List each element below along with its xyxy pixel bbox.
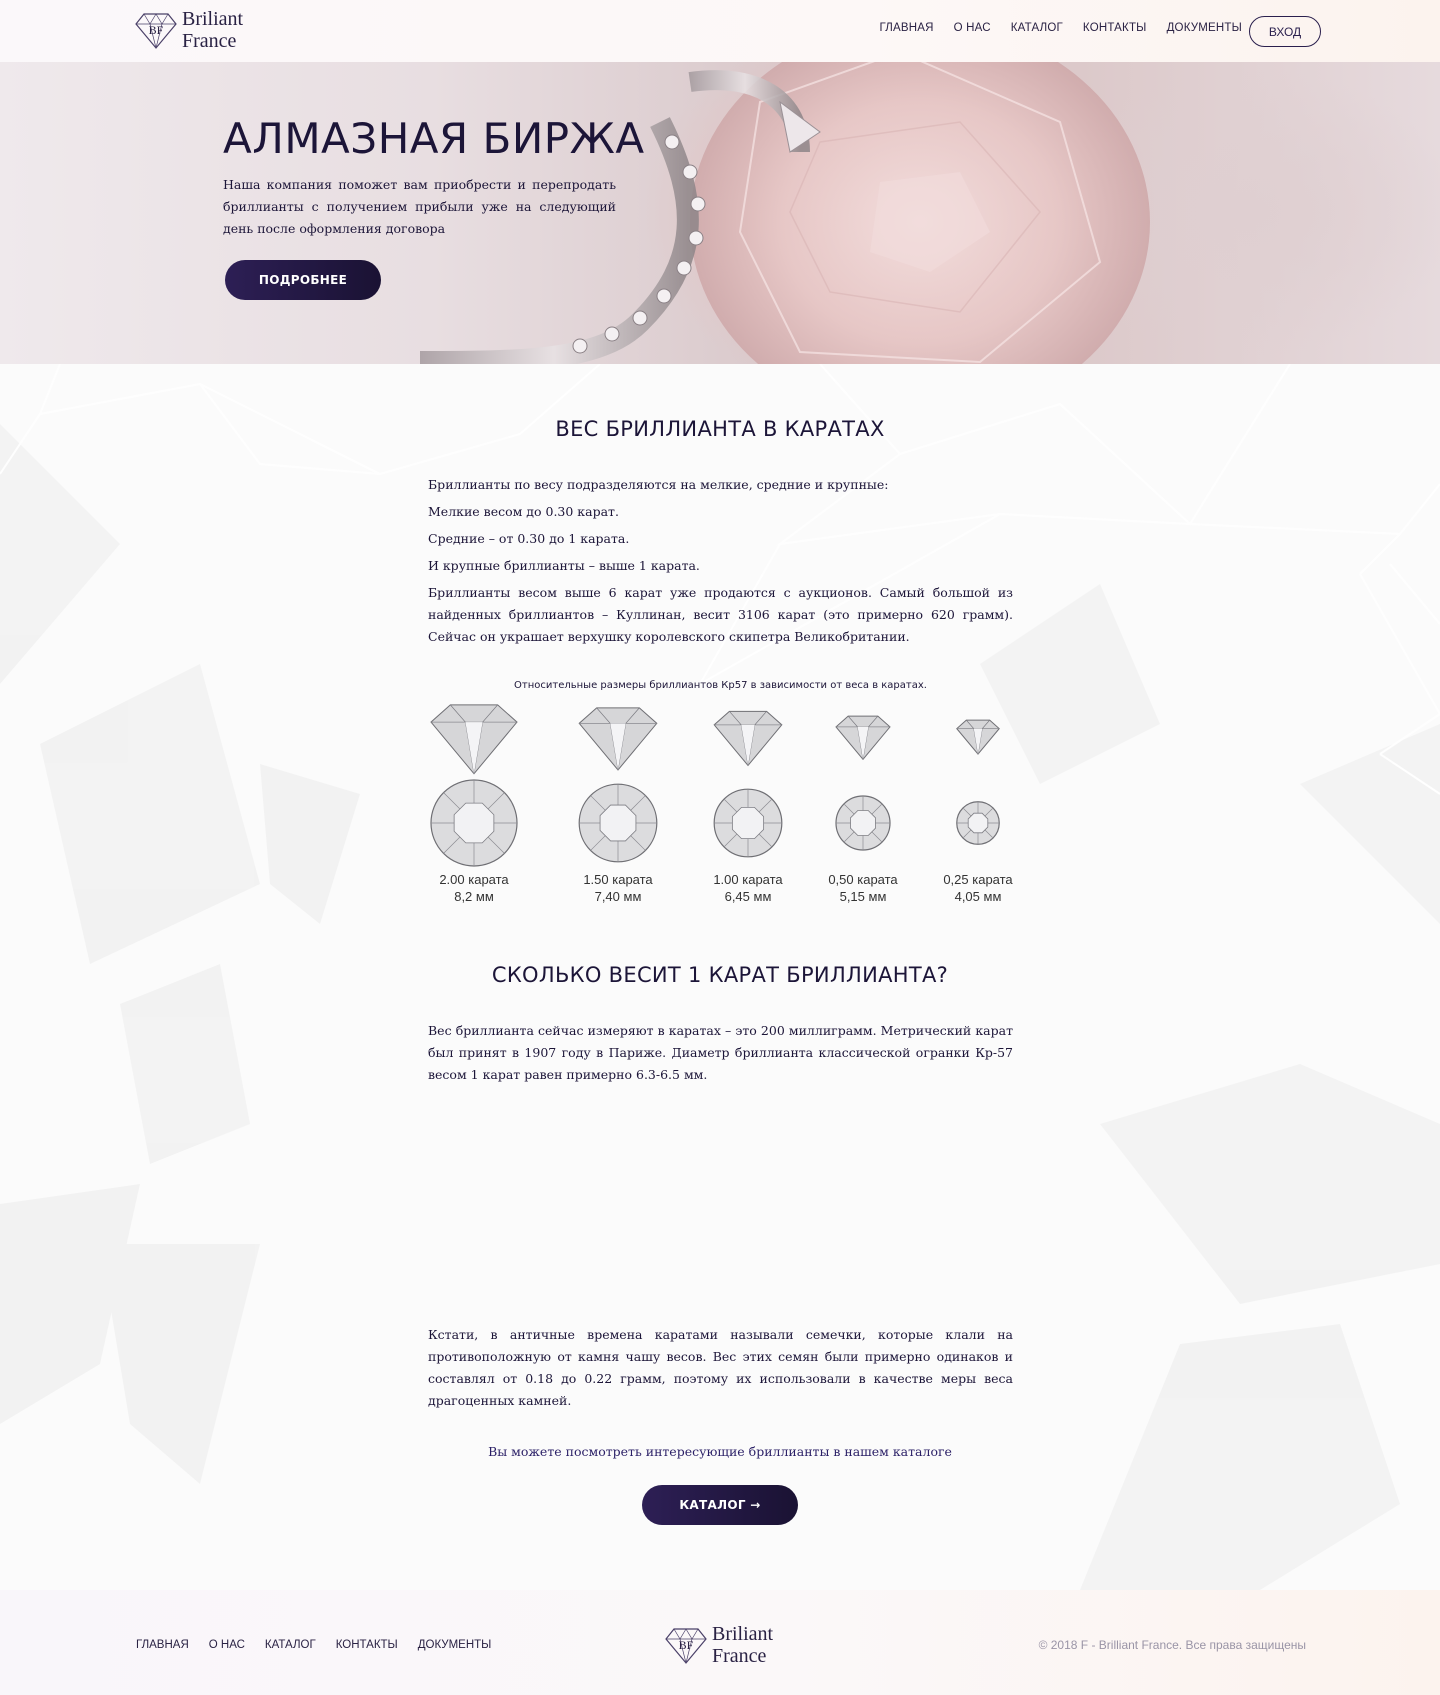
diamond-top-icon (578, 783, 658, 863)
weight-medium-line: Средние – от 0.30 до 1 карата. (428, 531, 630, 546)
footer-brand-line-2: France (712, 1645, 767, 1667)
diamond-item: 1.00 карата 6,45 мм (688, 695, 808, 905)
hero-title: АЛМАЗНАЯ БИРЖА (223, 114, 645, 163)
carat-weight-title: ВЕС БРИЛЛИАНТА В КАРАТАХ (555, 417, 885, 441)
site-footer: ГЛАВНАЯ О НАС КАТАЛОГ КОНТАКТЫ ДОКУМЕНТЫ… (0, 1590, 1440, 1695)
diamond-logo-icon: BF (665, 1628, 707, 1664)
diamond-item: 2.00 карата 8,2 мм (414, 695, 534, 905)
brand-line-2: France (182, 30, 237, 52)
diamond-side-icon (430, 704, 518, 775)
footer-nav-contacts[interactable]: КОНТАКТЫ (336, 1639, 398, 1651)
one-carat-title: СКОЛЬКО ВЕСИТ 1 КАРАТ БРИЛЛИАНТА? (491, 963, 949, 987)
diamond-logo-icon: BF (135, 13, 177, 49)
hero-description: Наша компания поможет вам приобрести и п… (223, 177, 616, 236)
diamond-top-icon (713, 788, 783, 858)
diamond-diameter-label: 7,40 мм (594, 889, 642, 904)
diamond-diameter-label: 4,05 мм (954, 889, 1002, 904)
carat-definition-paragraph: Вес бриллианта сейчас измеряют в каратах… (428, 1023, 1013, 1082)
footer-nav-about[interactable]: О НАС (209, 1639, 245, 1651)
diamond-diameter-label: 8,2 мм (454, 889, 494, 904)
footer-logo[interactable]: BF Briliant France (662, 1623, 773, 1667)
footer-brand-line-1: Briliant (712, 1623, 774, 1645)
diamond-diameter-label: 6,45 мм (724, 889, 772, 904)
diamonds-caption: Относительные размеры бриллиантов Кр57 в… (514, 680, 927, 691)
nav-item-contacts[interactable]: КОНТАКТЫ (1083, 22, 1147, 34)
diamond-item: 1.50 карата 7,40 мм (558, 695, 678, 905)
diamond-side-icon (713, 710, 783, 767)
footer-nav-catalog[interactable]: КАТАЛОГ (265, 1639, 316, 1651)
nav-item-documents[interactable]: ДОКУМЕНТЫ (1167, 22, 1242, 34)
nav-item-home[interactable]: ГЛАВНАЯ (879, 22, 933, 34)
diamond-item: 0,50 карата 5,15 мм (803, 695, 923, 905)
nav-item-catalog[interactable]: КАТАЛОГ (1011, 22, 1063, 34)
brand-name: Briliant France (182, 8, 243, 52)
diamond-weight-label: 1.50 карата (583, 872, 653, 887)
footer-nav: ГЛАВНАЯ О НАС КАТАЛОГ КОНТАКТЫ ДОКУМЕНТЫ (136, 1639, 491, 1651)
diamond-weight-label: 2.00 карата (439, 872, 509, 887)
auction-paragraph: Бриллианты весом выше 6 карат уже продаю… (428, 585, 1013, 644)
copyright: © 2018 F - Brilliant France. Все права з… (1038, 1638, 1306, 1652)
diamond-weight-label: 0,50 карата (828, 872, 898, 887)
site-header: BF Briliant France ГЛАВНАЯ О НАС КАТАЛОГ… (0, 0, 1440, 62)
svg-text:BF: BF (149, 23, 164, 37)
diamond-top-icon (430, 779, 518, 867)
catalog-note: Вы можете посмотреть интересующие брилли… (488, 1444, 952, 1459)
brand-line-1: Briliant (182, 8, 244, 30)
catalog-button[interactable]: КАТАЛОГ → (642, 1485, 798, 1525)
footer-brand-name: Briliant France (712, 1623, 773, 1667)
footer-nav-home[interactable]: ГЛАВНАЯ (136, 1639, 189, 1651)
ancient-carat-paragraph: Кстати, в античные времена каратами назы… (428, 1327, 1013, 1408)
ring-photo (419, 62, 1150, 364)
main-nav: ГЛАВНАЯ О НАС КАТАЛОГ КОНТАКТЫ ДОКУМЕНТЫ (879, 22, 1242, 34)
diamond-side-icon (578, 707, 658, 771)
weight-large-line: И крупные бриллианты – выше 1 карата. (428, 558, 700, 573)
diamond-diameter-label: 5,15 мм (839, 889, 887, 904)
login-button[interactable]: ВХОД (1249, 16, 1321, 47)
diamond-side-icon (956, 719, 1000, 755)
diamond-top-icon (956, 801, 1000, 845)
weight-small-line: Мелкие весом до 0.30 карат. (428, 504, 619, 519)
hero-banner: АЛМАЗНАЯ БИРЖА Наша компания поможет вам… (0, 62, 1440, 364)
nav-item-about[interactable]: О НАС (954, 22, 991, 34)
diamond-side-icon (835, 715, 891, 761)
footer-nav-documents[interactable]: ДОКУМЕНТЫ (418, 1639, 492, 1651)
diamond-top-icon (835, 795, 891, 851)
brand-logo[interactable]: BF Briliant France (132, 8, 243, 52)
diamond-item: 0,25 карата 4,05 мм (918, 695, 1038, 905)
weight-intro-line: Бриллианты по весу подразделяются на мел… (428, 477, 889, 492)
svg-text:BF: BF (679, 1638, 694, 1652)
diamond-weight-label: 0,25 карата (943, 872, 1013, 887)
diamond-weight-label: 1.00 карата (713, 872, 783, 887)
more-button[interactable]: ПОДРОБНЕЕ (225, 260, 381, 300)
